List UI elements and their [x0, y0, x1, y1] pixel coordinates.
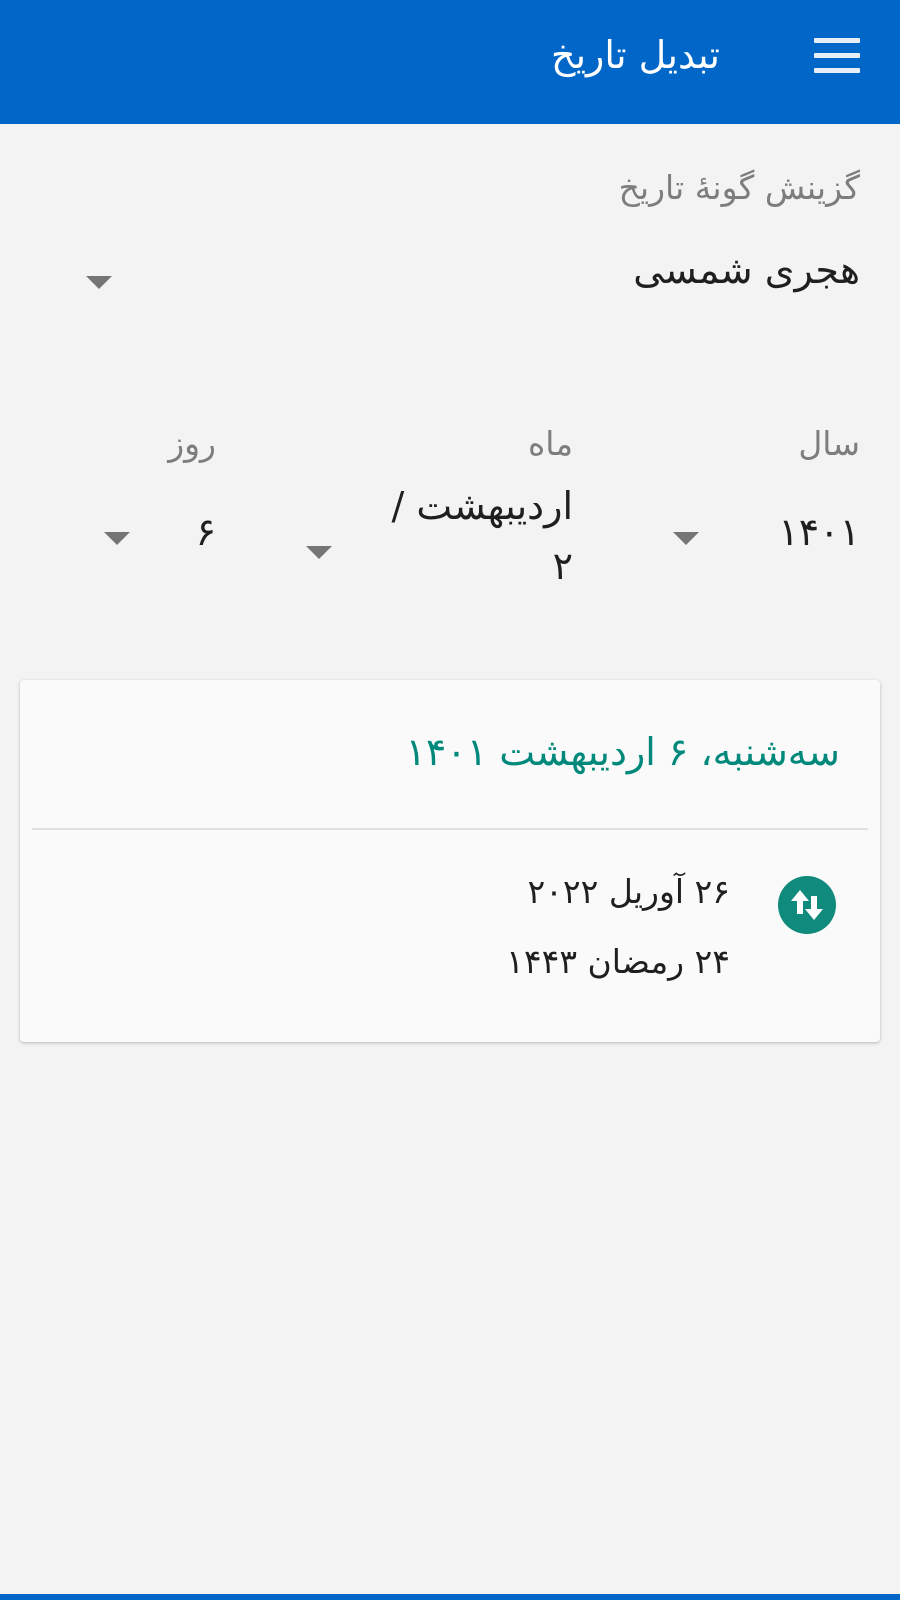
day-value: ۶: [195, 510, 216, 554]
hijri-date: ۲۴ رمضان ۱۴۴۳: [506, 942, 730, 981]
month-value-line1: اردیبهشت /: [391, 484, 573, 528]
calendar-type-value: هجری شمسی: [633, 248, 860, 292]
day-label: روز: [168, 424, 216, 463]
dropdown-arrow-icon: [86, 276, 112, 289]
calendar-type-label: گزینش گونهٔ تاریخ: [618, 168, 860, 207]
swap-vertical-icon[interactable]: [778, 876, 836, 934]
month-value-line2: ۲: [552, 544, 573, 588]
year-dropdown[interactable]: ۱۴۰۱: [660, 500, 860, 570]
dropdown-arrow-icon: [104, 532, 130, 545]
calendar-type-dropdown[interactable]: هجری شمسی: [80, 248, 860, 318]
month-label: ماه: [527, 424, 573, 463]
year-value: ۱۴۰۱: [778, 510, 860, 554]
month-dropdown[interactable]: اردیبهشت / ۲: [303, 484, 573, 610]
day-dropdown[interactable]: ۶: [80, 500, 216, 570]
gregorian-date: ۲۶ آوریل ۲۰۲۲: [527, 872, 730, 911]
divider: [32, 828, 868, 830]
result-title: سه‌شنبه، ۶ اردیبهشت ۱۴۰۱: [405, 730, 840, 774]
bottom-bar: [0, 1594, 900, 1600]
app-bar-title: تبدیل تاریخ: [550, 33, 720, 77]
app-bar: تبدیل تاریخ: [0, 0, 900, 124]
dropdown-arrow-icon: [306, 546, 332, 559]
result-card: سه‌شنبه، ۶ اردیبهشت ۱۴۰۱ ۲۶ آوریل ۲۰۲۲ ۲…: [20, 680, 880, 1042]
dropdown-arrow-icon: [673, 532, 699, 545]
app-screen: تبدیل تاریخ گزینش گونهٔ تاریخ هجری شمسی …: [0, 0, 900, 1600]
year-label: سال: [798, 424, 860, 463]
hamburger-menu-icon[interactable]: [808, 36, 860, 76]
